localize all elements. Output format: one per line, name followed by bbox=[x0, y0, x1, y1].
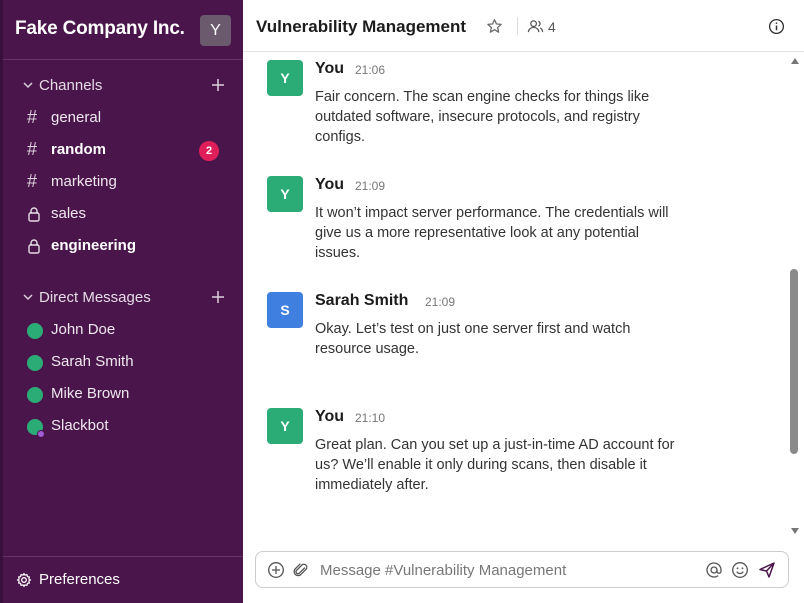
channel-name: sales bbox=[51, 205, 87, 222]
sidebar-item-sales[interactable]: sales bbox=[3, 200, 243, 228]
channel-name: general bbox=[51, 109, 102, 126]
gear-icon bbox=[16, 572, 32, 588]
message-author[interactable]: Sarah Smith bbox=[315, 292, 408, 310]
sidebar: Fake Company Inc. Y Channels # general #… bbox=[0, 0, 243, 603]
workspace-name[interactable]: Fake Company Inc. bbox=[15, 18, 185, 40]
dm-name: Slackbot bbox=[51, 417, 109, 434]
paperclip-icon[interactable] bbox=[292, 561, 310, 579]
mention-icon[interactable] bbox=[705, 561, 723, 579]
channel-header: Vulnerability Management 4 bbox=[243, 0, 804, 52]
avatar[interactable]: Y bbox=[267, 60, 303, 96]
hash-icon: # bbox=[27, 139, 38, 159]
add-channel-icon[interactable] bbox=[210, 77, 226, 93]
avatar[interactable]: S bbox=[267, 292, 303, 328]
unread-badge: 2 bbox=[199, 141, 219, 161]
dm-name: Sarah Smith bbox=[51, 353, 134, 370]
message-text: Fair concern. The scan engine checks for… bbox=[315, 89, 650, 145]
info-icon[interactable] bbox=[768, 18, 785, 35]
lock-icon bbox=[28, 207, 40, 222]
app-window: Fake Company Inc. Y Channels # general #… bbox=[0, 0, 804, 603]
avatar[interactable]: Y bbox=[267, 176, 303, 212]
chevron-down-icon[interactable] bbox=[21, 290, 35, 304]
channels-label: Channels bbox=[39, 77, 103, 94]
message-time[interactable]: 21:09 bbox=[355, 179, 385, 193]
members-button[interactable]: 4 bbox=[527, 18, 556, 35]
chevron-down-icon[interactable] bbox=[21, 78, 35, 92]
dm-name: Mike Brown bbox=[51, 385, 130, 402]
add-dm-icon[interactable] bbox=[210, 289, 226, 305]
bot-indicator-icon bbox=[37, 430, 45, 438]
scroll-down-arrow-icon[interactable] bbox=[791, 528, 799, 534]
message-text: It won’t impact server performance. The … bbox=[315, 205, 669, 261]
hash-icon: # bbox=[27, 107, 38, 127]
scroll-up-arrow-icon[interactable] bbox=[791, 58, 799, 64]
preferences-label: Preferences bbox=[39, 571, 120, 588]
star-icon[interactable] bbox=[486, 18, 503, 35]
sidebar-item-marketing[interactable]: # marketing bbox=[3, 168, 243, 196]
sidebar-item-general[interactable]: # general bbox=[3, 104, 243, 132]
header-divider bbox=[517, 17, 518, 35]
sidebar-item-john-doe[interactable]: John Doe bbox=[3, 316, 243, 344]
scrollbar-thumb[interactable] bbox=[790, 269, 798, 454]
presence-icon bbox=[27, 355, 43, 371]
send-icon[interactable] bbox=[758, 561, 776, 579]
channel-title[interactable]: Vulnerability Management bbox=[256, 17, 466, 37]
lock-icon bbox=[28, 239, 40, 254]
sidebar-item-engineering[interactable]: engineering bbox=[3, 232, 243, 260]
message: S Sarah Smith 21:09 Okay. Let’s test on … bbox=[267, 292, 747, 372]
user-avatar[interactable]: Y bbox=[200, 15, 231, 46]
preferences-button[interactable]: Preferences bbox=[3, 556, 243, 603]
message: Y You 21:09 It won’t impact server perfo… bbox=[267, 176, 747, 276]
message-author[interactable]: You bbox=[315, 176, 344, 194]
message-time[interactable]: 21:06 bbox=[355, 63, 385, 77]
sidebar-item-slackbot[interactable]: Slackbot bbox=[3, 412, 243, 440]
dm-label: Direct Messages bbox=[39, 289, 151, 306]
presence-icon bbox=[27, 323, 43, 339]
sidebar-item-sarah-smith[interactable]: Sarah Smith bbox=[3, 348, 243, 376]
message-composer bbox=[255, 551, 789, 588]
hash-icon: # bbox=[27, 171, 38, 191]
channels-section-header[interactable]: Channels bbox=[3, 74, 243, 98]
message-scrollbar[interactable] bbox=[789, 58, 800, 538]
channel-name: marketing bbox=[51, 173, 117, 190]
message-text: Great plan. Can you set up a just-in-tim… bbox=[315, 437, 675, 493]
presence-icon bbox=[27, 387, 43, 403]
message-time[interactable]: 21:09 bbox=[425, 295, 455, 309]
member-count: 4 bbox=[548, 18, 556, 35]
people-icon bbox=[527, 20, 544, 33]
message: Y You 21:06 Fair concern. The scan engin… bbox=[267, 60, 747, 160]
dm-name: John Doe bbox=[51, 321, 116, 338]
message-author[interactable]: You bbox=[315, 408, 344, 426]
message-text: Okay. Let’s test on just one server firs… bbox=[315, 321, 631, 357]
avatar[interactable]: Y bbox=[267, 408, 303, 444]
message-input[interactable] bbox=[320, 559, 700, 581]
plus-circle-icon[interactable] bbox=[267, 561, 285, 579]
main-pane: Vulnerability Management 4 Y You 21:06 F… bbox=[243, 0, 804, 603]
workspace-header[interactable]: Fake Company Inc. Y bbox=[3, 0, 243, 60]
message-time[interactable]: 21:10 bbox=[355, 411, 385, 425]
channel-name: engineering bbox=[51, 237, 137, 254]
message-list: Y You 21:06 Fair concern. The scan engin… bbox=[243, 52, 804, 540]
emoji-icon[interactable] bbox=[731, 561, 749, 579]
sidebar-item-mike-brown[interactable]: Mike Brown bbox=[3, 380, 243, 408]
message-author[interactable]: You bbox=[315, 60, 344, 78]
channel-name: random bbox=[51, 141, 107, 158]
dm-section-header[interactable]: Direct Messages bbox=[3, 286, 243, 310]
sidebar-item-random[interactable]: # random 2 bbox=[3, 136, 243, 164]
message: Y You 21:10 Great plan. Can you set up a… bbox=[267, 408, 747, 508]
